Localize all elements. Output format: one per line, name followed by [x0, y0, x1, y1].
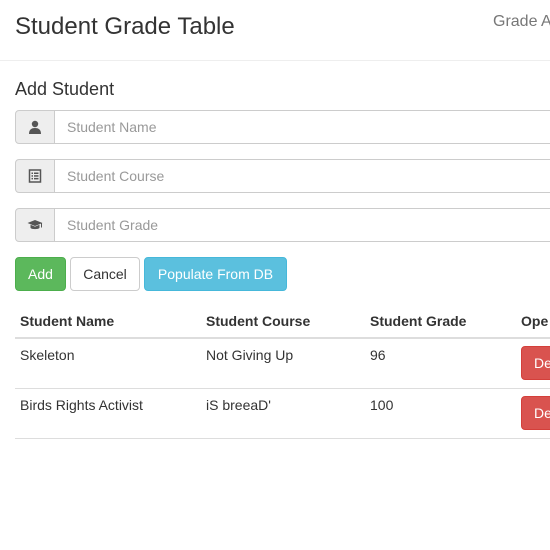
student-name-group	[15, 110, 550, 144]
cell-student-grade: 96	[365, 338, 516, 389]
cell-operations: De	[516, 388, 550, 439]
student-table: Student Name Student Course Student Grad…	[15, 305, 550, 439]
cell-student-course: iS breeaD'	[201, 388, 365, 439]
populate-from-db-button[interactable]: Populate From DB	[144, 257, 287, 291]
graduation-cap-icon	[15, 208, 55, 242]
cancel-button[interactable]: Cancel	[70, 257, 140, 291]
student-grade-input[interactable]	[55, 208, 550, 242]
cell-student-course: Not Giving Up	[201, 338, 365, 389]
table-header-row: Student Name Student Course Student Grad…	[15, 305, 550, 339]
header-student-grade: Student Grade	[365, 305, 516, 339]
page-title: Student Grade Table	[15, 13, 235, 40]
cell-student-name: Skeleton	[15, 338, 201, 389]
student-grade-group	[15, 208, 550, 242]
user-icon	[15, 110, 55, 144]
delete-button[interactable]: De	[521, 396, 550, 430]
student-name-input[interactable]	[55, 110, 550, 144]
cell-student-grade: 100	[365, 388, 516, 439]
cell-student-name: Birds Rights Activist	[15, 388, 201, 439]
list-alt-icon	[15, 159, 55, 193]
student-course-group	[15, 159, 550, 193]
delete-button[interactable]: De	[521, 346, 550, 380]
add-button[interactable]: Add	[15, 257, 66, 291]
student-course-input[interactable]	[55, 159, 550, 193]
add-student-heading: Add Student	[15, 79, 115, 99]
grade-average-label: Grade A	[493, 13, 550, 30]
page-header: Student Grade Table Grade A	[0, 0, 550, 61]
table-row: Birds Rights Activist iS breeaD' 100 De	[15, 388, 550, 439]
cell-operations: De	[516, 338, 550, 389]
header-student-name: Student Name	[15, 305, 201, 339]
table-row: Skeleton Not Giving Up 96 De	[15, 338, 550, 389]
header-operations: Ope	[516, 305, 550, 339]
header-student-course: Student Course	[201, 305, 365, 339]
